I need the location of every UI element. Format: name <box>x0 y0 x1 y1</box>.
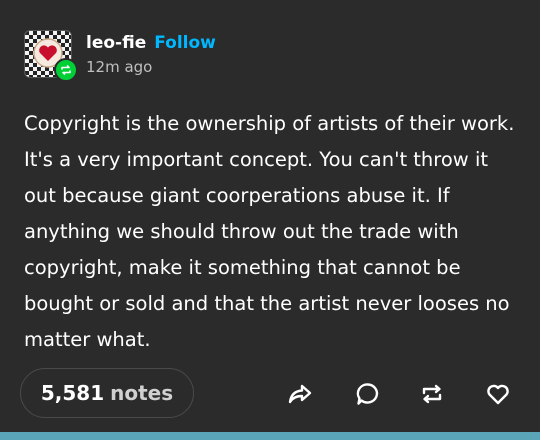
follow-button[interactable]: Follow <box>154 32 216 54</box>
post-footer: 5,581 notes <box>20 368 520 420</box>
username-link[interactable]: leo-fie <box>86 32 146 54</box>
avatar-container[interactable] <box>24 30 78 82</box>
share-icon <box>288 384 312 404</box>
post-timestamp[interactable]: 12m ago <box>86 58 216 76</box>
post-meta: leo-fie Follow 12m ago <box>86 30 216 76</box>
notes-label: notes <box>110 381 174 405</box>
like-button[interactable] <box>484 380 512 408</box>
reply-icon <box>356 383 379 405</box>
reblog-icon <box>422 384 442 404</box>
post-header: leo-fie Follow 12m ago <box>24 30 216 82</box>
like-icon <box>487 384 509 405</box>
notes-button[interactable]: 5,581 notes <box>20 368 194 418</box>
reblog-button[interactable] <box>418 380 446 408</box>
bottom-accent-bar <box>0 432 540 440</box>
share-button[interactable] <box>286 380 314 408</box>
post-card: leo-fie Follow 12m ago Copyright is the … <box>0 0 540 432</box>
name-row: leo-fie Follow <box>86 32 216 54</box>
post-body: Copyright is the ownership of artists of… <box>24 106 520 358</box>
reply-button[interactable] <box>354 380 382 408</box>
notes-count: 5,581 <box>40 381 105 405</box>
reblog-badge-icon <box>54 58 78 82</box>
post-text: Copyright is the ownership of artists of… <box>24 112 515 351</box>
